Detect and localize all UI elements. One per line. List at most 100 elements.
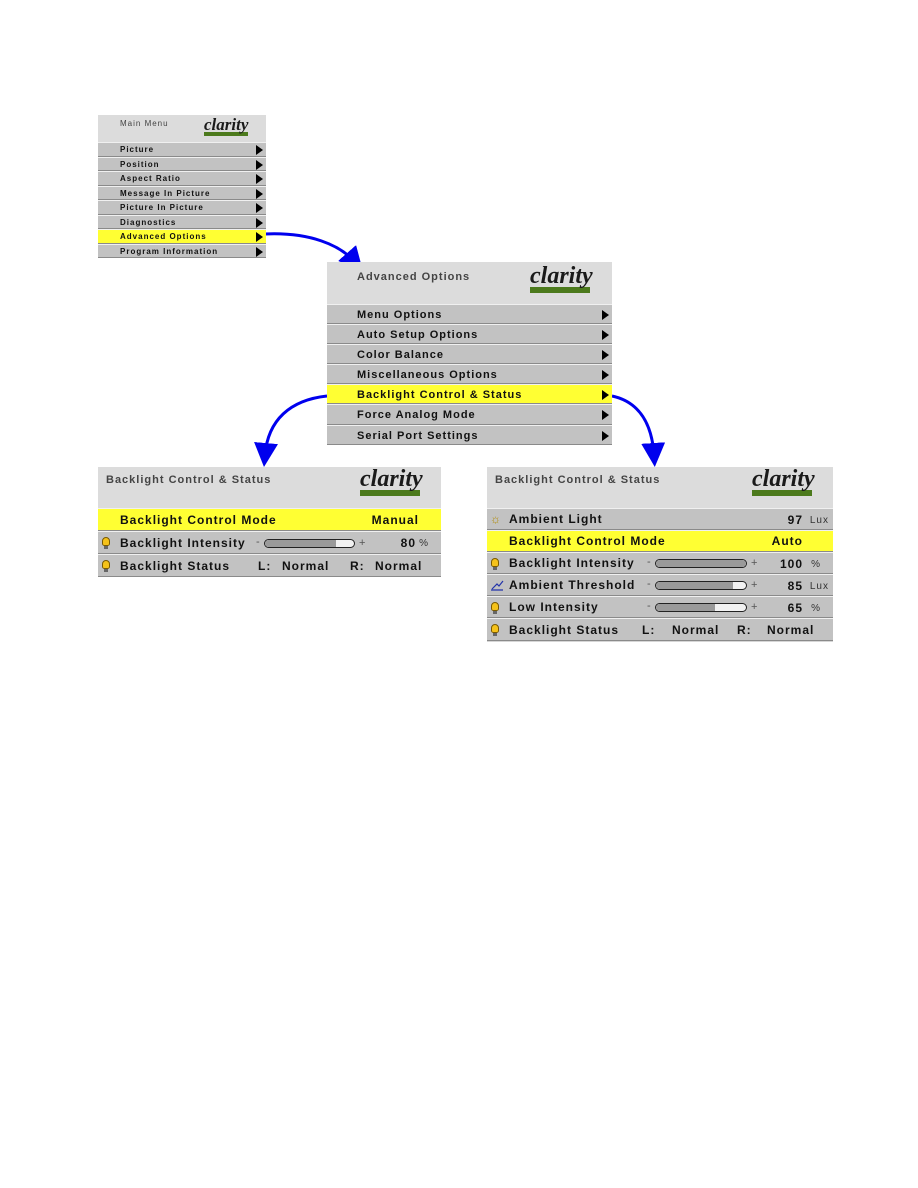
submenu-arrow-icon — [602, 310, 609, 320]
menu-item-label: Serial Port Settings — [357, 429, 479, 442]
backlight-control-mode-value: Manual — [371, 513, 419, 527]
ambient-light-unit: Lux — [809, 515, 829, 526]
threshold-unit: Lux — [809, 581, 829, 592]
decrease-icon[interactable]: - — [256, 536, 261, 548]
backlight-intensity-row[interactable]: Backlight Intensity - +100% — [487, 552, 833, 574]
status-left-label: L: — [642, 623, 656, 637]
threshold-slider[interactable] — [655, 581, 747, 590]
menu-item[interactable]: Menu Options — [327, 304, 612, 325]
backlight-intensity-label: Backlight Intensity — [120, 536, 246, 550]
clarity-logo: clarity — [204, 115, 249, 136]
menu-item[interactable]: Miscellaneous Options — [327, 364, 612, 385]
menu-item-label: Program Information — [120, 246, 219, 256]
menu-item-label: Menu Options — [357, 309, 443, 321]
menu-item-label: Aspect Ratio — [120, 174, 181, 183]
menu-item-label: Miscellaneous Options — [357, 369, 498, 382]
backlight-auto-title: Backlight Control & Status — [495, 474, 661, 486]
increase-icon[interactable]: + — [751, 601, 758, 613]
backlight-auto-panel: Backlight Control & Status clarity ☼ Amb… — [487, 467, 833, 642]
lightbulb-icon — [102, 537, 110, 549]
intensity-unit: % — [811, 559, 821, 570]
lightbulb-icon — [491, 624, 499, 636]
submenu-arrow-icon — [602, 430, 609, 441]
increase-icon[interactable]: + — [751, 579, 758, 591]
advanced-options-panel: Advanced Options clarity Menu Options Aut… — [327, 262, 612, 445]
advanced-options-header: Advanced Options clarity — [327, 262, 612, 304]
arrow-main-to-advanced — [264, 232, 363, 271]
submenu-arrow-icon — [602, 330, 609, 341]
main-menu-panel: Main Menu clarity Picture Position Aspect … — [98, 115, 266, 258]
menu-item[interactable]: Message In Picture — [98, 185, 266, 200]
submenu-arrow-icon — [256, 145, 263, 155]
submenu-arrow-icon — [602, 410, 609, 421]
submenu-arrow-icon — [256, 203, 263, 213]
increase-icon[interactable]: + — [359, 537, 366, 549]
status-right-value: Normal — [375, 559, 423, 573]
lightbulb-icon — [491, 558, 499, 570]
backlight-auto-header: Backlight Control & Status clarity — [487, 467, 833, 508]
backlight-control-mode-label: Backlight Control Mode — [120, 513, 277, 527]
decrease-icon[interactable]: - — [647, 578, 652, 590]
low-slider[interactable] — [655, 603, 747, 612]
intensity-label: Backlight Intensity — [509, 556, 635, 570]
menu-item[interactable]: Picture In Picture — [98, 200, 266, 215]
menu-item-label: Color Balance — [357, 349, 444, 362]
intensity-slider[interactable] — [655, 559, 747, 568]
menu-item[interactable]: Advanced Options — [98, 229, 266, 244]
submenu-arrow-icon — [602, 350, 609, 361]
low-value: 65 — [787, 601, 803, 615]
submenu-arrow-icon — [256, 232, 263, 242]
menu-item[interactable]: Color Balance — [327, 344, 612, 365]
menu-item-label: Position — [120, 159, 160, 169]
menu-item[interactable]: Position — [98, 156, 266, 171]
status-left-label: L: — [258, 559, 272, 573]
menu-item[interactable]: Backlight Control & Status — [327, 384, 612, 405]
ambient-light-row: ☼ Ambient Light 97 Lux — [487, 508, 833, 530]
submenu-arrow-icon — [602, 370, 609, 381]
menu-item-label: Backlight Control & Status — [357, 389, 523, 402]
clarity-logo: clarity — [530, 264, 610, 293]
menu-item[interactable]: Diagnostics — [98, 214, 266, 229]
menu-item-label: Message In Picture — [120, 188, 211, 198]
ambient-threshold-row[interactable]: Ambient Threshold - +85 Lux — [487, 574, 833, 596]
menu-item[interactable]: Picture — [98, 142, 266, 157]
ambient-light-label: Ambient Light — [509, 512, 603, 526]
main-menu-title: Main Menu — [120, 119, 169, 128]
backlight-control-mode-row[interactable]: Backlight Control Mode Auto — [487, 530, 833, 552]
menu-item[interactable]: Aspect Ratio — [98, 171, 266, 186]
menu-item-label: Picture In Picture — [120, 203, 204, 212]
lightbulb-icon — [102, 560, 110, 572]
ambient-light-value: 97 — [787, 513, 803, 527]
backlight-intensity-row[interactable]: Backlight Intensity - + 80 % — [98, 531, 441, 554]
submenu-arrow-icon — [256, 188, 263, 199]
decrease-icon[interactable]: - — [647, 556, 652, 568]
arrow-advanced-to-auto — [611, 394, 666, 467]
low-label: Low Intensity — [509, 600, 599, 614]
backlight-status-label: Backlight Status — [509, 623, 620, 637]
backlight-manual-header: Backlight Control & Status clarity — [98, 467, 441, 508]
arrow-advanced-to-manual — [254, 394, 328, 467]
backlight-status-row: Backlight Status L: Normal R: Normal — [98, 554, 441, 577]
status-right-label: R: — [350, 559, 365, 573]
menu-item-label: Force Analog Mode — [357, 409, 476, 422]
menu-item-label: Auto Setup Options — [357, 329, 479, 342]
backlight-status-label: Backlight Status — [120, 559, 231, 573]
increase-icon[interactable]: + — [751, 557, 758, 569]
advanced-options-title: Advanced Options — [357, 271, 471, 283]
menu-item[interactable]: Serial Port Settings — [327, 424, 612, 445]
menu-item-label: Diagnostics — [120, 217, 177, 227]
backlight-intensity-unit: % — [419, 538, 429, 549]
decrease-icon[interactable]: - — [647, 600, 652, 612]
status-left-value: Normal — [282, 559, 330, 573]
backlight-status-row: Backlight Status L: Normal R: Normal — [487, 618, 833, 641]
status-left-value: Normal — [672, 623, 720, 637]
menu-item[interactable]: Program Information — [98, 243, 266, 258]
menu-item[interactable]: Force Analog Mode — [327, 404, 612, 425]
menu-item[interactable]: Auto Setup Options — [327, 324, 612, 345]
graph-icon — [490, 579, 504, 594]
backlight-intensity-slider[interactable] — [264, 539, 355, 548]
submenu-arrow-icon — [256, 217, 263, 228]
submenu-arrow-icon — [602, 390, 609, 401]
backlight-control-mode-row[interactable]: Backlight Control Mode Manual — [98, 508, 441, 531]
low-intensity-row[interactable]: Low Intensity - +65% — [487, 596, 833, 618]
